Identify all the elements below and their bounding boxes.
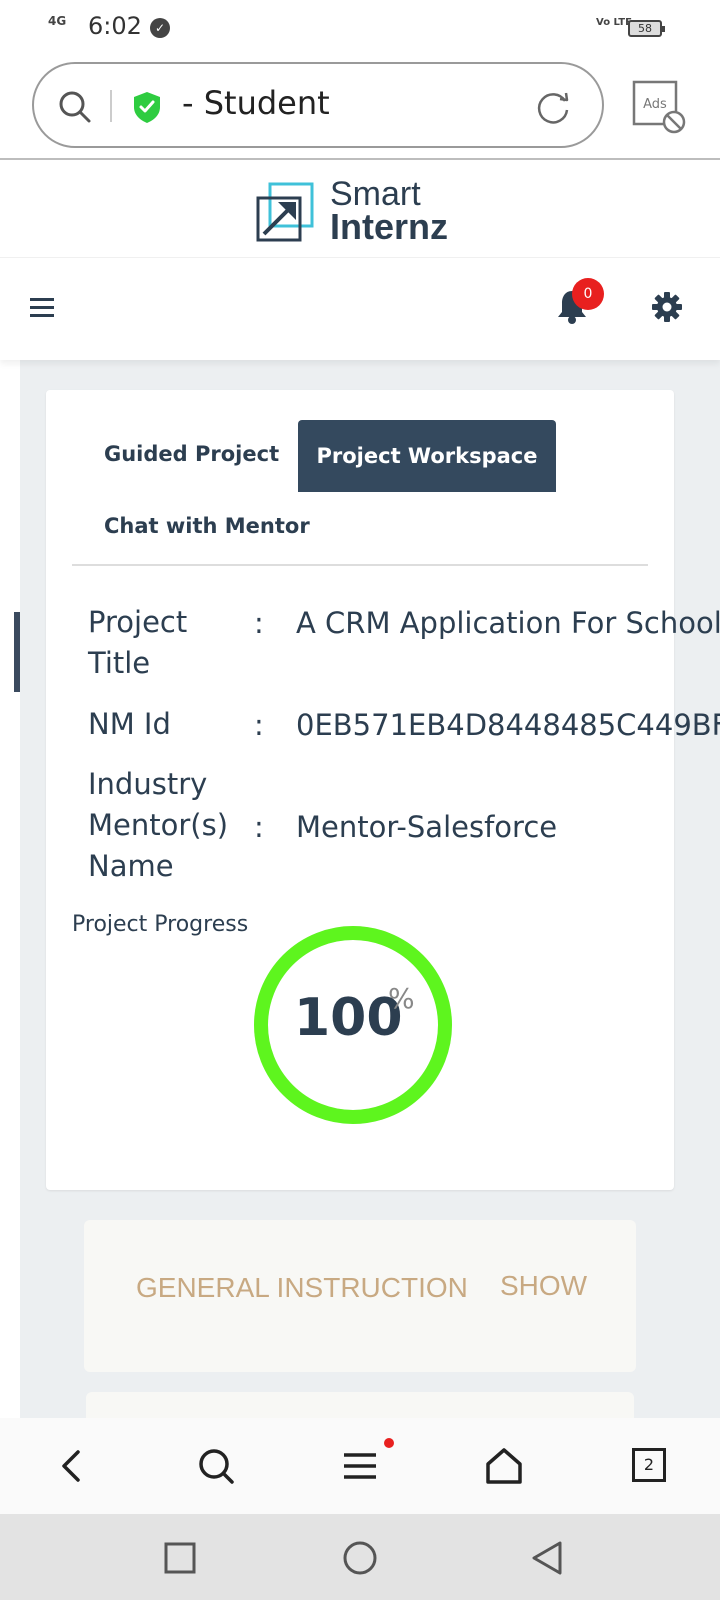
logo-area: Smart Internz <box>0 160 720 258</box>
tabs-count-button[interactable]: 2 <box>632 1448 666 1482</box>
menu-notification-dot <box>384 1438 394 1448</box>
notification-badge[interactable]: 0 <box>572 278 604 310</box>
logo-text-internz: Internz <box>330 206 449 247</box>
url-divider <box>110 90 112 122</box>
volte-indicator: Vo LTE <box>596 17 632 28</box>
mentor-label-line1: Industry <box>88 767 208 801</box>
home-icon[interactable] <box>484 1446 524 1486</box>
ads-label: Ads <box>643 97 667 112</box>
home-circle-icon[interactable] <box>340 1538 380 1578</box>
status-bar: 4G 6:02 ✓ Vo LTE 58 <box>0 0 720 56</box>
main-content: Guided Project Project Workspace Chat wi… <box>0 360 720 1432</box>
back-arrow-icon[interactable] <box>52 1446 92 1486</box>
search-icon[interactable] <box>196 1446 236 1486</box>
project-progress-label: Project Progress <box>72 912 249 937</box>
menu-icon[interactable] <box>340 1446 380 1486</box>
shield-icon[interactable] <box>132 90 162 124</box>
mentor-value: Mentor-Salesforce <box>296 810 558 844</box>
nm-id-value: 0EB571EB4D8448485C449BF3 <box>296 708 720 742</box>
browser-toolbar: 2 <box>0 1418 720 1514</box>
app-bar: 0 <box>0 258 720 360</box>
tab-chat-with-mentor[interactable]: Chat with Mentor <box>104 514 310 538</box>
battery-icon: 58 <box>628 20 665 37</box>
screen: 4G 6:02 ✓ Vo LTE 58 - Student Ads Smart … <box>0 0 720 1600</box>
progress-value: 100 <box>294 988 403 1048</box>
sync-icon: ✓ <box>150 18 170 38</box>
url-bar[interactable]: - Student <box>32 62 604 148</box>
nm-id-colon: : <box>254 708 264 742</box>
recents-square-icon[interactable] <box>160 1538 200 1578</box>
smartinternz-logo-icon <box>256 182 314 242</box>
mentor-colon: : <box>254 810 264 844</box>
sidebar-toggle-tab[interactable] <box>14 612 20 692</box>
tab-guided-project[interactable]: Guided Project <box>104 442 279 466</box>
progress-unit: % <box>388 982 415 1015</box>
project-title-colon: : <box>254 606 264 640</box>
search-icon[interactable] <box>58 90 92 124</box>
general-instruction-title: GENERAL INSTRUCTION <box>136 1272 468 1303</box>
hamburger-menu-icon[interactable] <box>30 298 54 318</box>
status-time: 6:02 <box>88 12 142 40</box>
ad-block-icon[interactable]: Ads <box>632 80 688 136</box>
tabs-divider <box>72 564 648 566</box>
show-instructions-button[interactable]: SHOW <box>500 1270 587 1302</box>
mentor-label-line2: Mentor(s) <box>88 808 229 842</box>
back-triangle-icon[interactable] <box>528 1538 568 1578</box>
sidebar-edge <box>0 360 20 1418</box>
project-title-value: A CRM Application For Schools <box>296 606 720 640</box>
project-title-label-line2: Title <box>88 646 151 680</box>
project-title-label-line1: Project <box>88 605 188 639</box>
nm-id-label: NM Id <box>88 707 171 741</box>
project-card: Guided Project Project Workspace Chat wi… <box>46 390 720 1190</box>
gear-icon[interactable] <box>652 292 682 322</box>
tab-project-workspace[interactable]: Project Workspace <box>298 420 556 492</box>
network-indicator: 4G <box>48 14 67 28</box>
mentor-label-line3: Name <box>88 849 174 883</box>
reload-icon[interactable] <box>534 88 572 126</box>
general-instruction-panel: GENERAL INSTRUCTION SHOW <box>84 1220 636 1372</box>
system-navigation-bar <box>0 1514 720 1600</box>
url-text[interactable]: - Student <box>182 84 330 122</box>
